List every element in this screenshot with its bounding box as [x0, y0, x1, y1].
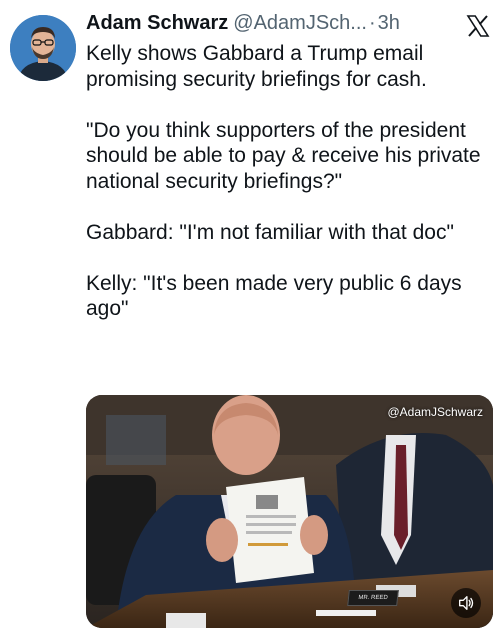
tweet-text: Kelly shows Gabbard a Trump email promis… — [86, 42, 481, 320]
avatar-photo — [10, 15, 76, 81]
author-handle[interactable]: @AdamJSch... — [233, 12, 367, 35]
author-name[interactable]: Adam Schwarz — [86, 12, 228, 35]
mute-toggle-button[interactable] — [451, 588, 481, 618]
tweet-media-video[interactable]: MR. REED @AdamJSchwarz — [86, 395, 493, 628]
x-logo-icon[interactable] — [466, 14, 490, 38]
separator-dot: · — [368, 11, 376, 34]
video-watermark: @AdamJSchwarz — [387, 405, 483, 419]
speaker-icon — [459, 596, 474, 610]
nameplate: MR. REED — [347, 590, 399, 606]
tweet-card[interactable]: Adam Schwarz @AdamJSch... · 3h Kelly sho… — [0, 0, 502, 640]
video-frame — [86, 395, 493, 628]
author-avatar[interactable] — [10, 15, 76, 81]
tweet-timestamp[interactable]: 3h — [378, 12, 400, 35]
tweet-header: Adam Schwarz @AdamJSch... · 3h — [86, 8, 400, 38]
